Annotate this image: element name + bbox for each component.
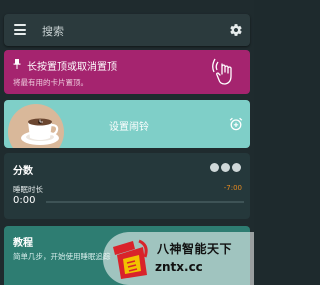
watermark: 八神智能天下 zntx.cc <box>103 232 254 285</box>
watermark-title: 八神智能天下 <box>157 242 233 256</box>
pin-hint-card[interactable]: 长按置顶或取消置顶 将最有用的卡片置顶。 <box>4 50 250 94</box>
sleep-progress-track <box>46 201 244 203</box>
sleep-duration-value: 0:00 <box>13 195 36 206</box>
pin-hint-subtitle: 将最有用的卡片置顶。 <box>13 78 88 87</box>
sleep-duration-label: 睡眠时长 <box>13 185 43 194</box>
touch-icon <box>212 58 232 85</box>
sleep-duration-target: -7:00 <box>223 184 242 192</box>
rating-dot <box>221 163 230 172</box>
search-bar[interactable]: 搜索 <box>4 14 250 46</box>
app-screen: 搜索 长按置顶或取消置顶 将最有用的卡片置顶。 设置闹铃 分数 睡眠时长 0:0… <box>0 0 254 285</box>
tutorial-title: 教程 <box>13 238 33 249</box>
pin-icon <box>13 59 21 69</box>
alarm-card[interactable]: 设置闹铃 <box>4 100 250 148</box>
score-rating-dots <box>210 163 242 173</box>
menu-icon[interactable] <box>14 24 26 35</box>
gear-icon[interactable] <box>229 23 243 37</box>
score-title: 分数 <box>13 166 33 177</box>
rating-dot <box>210 163 219 172</box>
set-alarm-button[interactable]: 设置闹铃 <box>109 118 149 133</box>
search-input[interactable]: 搜索 <box>42 23 64 39</box>
alarm-add-icon[interactable] <box>229 117 243 131</box>
watermark-url: zntx.cc <box>155 260 203 274</box>
rating-dot <box>232 163 241 172</box>
pin-hint-title: 长按置顶或取消置顶 <box>27 62 117 73</box>
coffee-icon <box>21 118 59 145</box>
watermark-logo <box>113 239 148 279</box>
score-card[interactable]: 分数 睡眠时长 0:00 -7:00 <box>4 153 250 219</box>
tutorial-subtitle: 简单几步，开始使用睡眠追踪 <box>13 252 111 261</box>
